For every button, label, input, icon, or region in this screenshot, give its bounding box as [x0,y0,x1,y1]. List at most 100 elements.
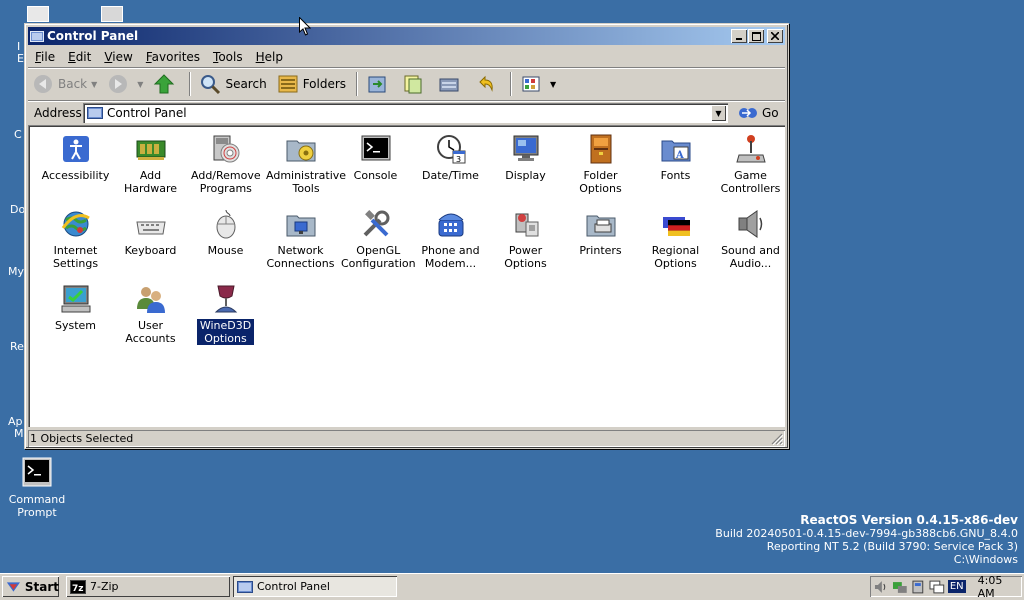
windows-dir-line: C:\Windows [953,553,1018,566]
search-icon [201,75,221,95]
control-panel-item[interactable]: Phone and Modem... [413,208,488,270]
system-tray: EN 4:05 AM [870,574,1022,600]
display-monitors-icon[interactable] [929,579,945,595]
internet-settings-icon [61,211,90,237]
search-label: Search [225,77,267,91]
toolbar-separator [356,72,359,96]
system-icon [61,285,90,313]
views-button[interactable]: ▼ [516,71,560,97]
start-label: Start [24,579,59,594]
folders-button[interactable]: Folders [273,71,350,97]
clock[interactable]: 4:05 AM [978,574,1022,600]
menu-item[interactable]: Edit [61,50,97,64]
control-panel-item[interactable]: Game Controllers [713,133,785,195]
back-button[interactable]: Back ▼ [28,71,101,97]
taskbar: Start 7z 7-Zip Control Panel EN 4:05 AM [0,573,1024,600]
volume-icon[interactable] [873,579,889,595]
control-panel-icon [237,580,253,593]
control-panel-item-label: Regional Options [651,244,700,270]
control-panel-item[interactable]: Display [488,133,563,182]
control-panel-item[interactable]: Console [338,133,413,182]
desktop-label-partial: Re [10,340,24,353]
move-to-button[interactable] [362,71,396,97]
minimize-button[interactable] [731,29,747,43]
taskbar-button-control-panel[interactable]: Control Panel [233,576,397,597]
address-dropdown-button[interactable]: ▼ [711,105,726,121]
folder-options-icon [590,134,611,164]
control-panel-item[interactable]: Internet Settings [38,208,113,270]
minimize-icon [736,38,742,40]
go-button[interactable]: Go [738,104,779,122]
close-icon [771,32,779,40]
control-panel-item[interactable]: Mouse [188,208,263,257]
control-panel-item[interactable]: OpenGL Configuration [338,208,416,270]
back-label: Back [58,77,88,91]
safely-remove-hardware-icon[interactable] [910,579,926,595]
menu-accelerator: H [255,49,265,64]
resize-grip-icon[interactable] [771,433,783,445]
control-panel-item[interactable]: System [38,283,113,332]
desktop-icon-partial[interactable] [101,6,123,22]
control-panel-item[interactable]: Network Connections [263,208,338,270]
control-panel-item[interactable]: Accessibility [38,133,113,182]
control-panel-item-label: Printers [579,244,622,257]
control-panel-item-label: OpenGL Configuration [341,244,416,270]
control-panel-item[interactable]: Power Options [488,208,563,270]
control-panel-item-label: Game Controllers [720,169,781,195]
copy-to-button[interactable] [398,71,432,97]
control-panel-item[interactable]: Sound and Audio... [713,208,785,270]
control-panel-item[interactable]: 3 Date/Time [413,133,488,182]
forward-button[interactable]: ▼ [103,71,147,97]
menu-item[interactable]: File [28,50,61,64]
desktop-label-partial: M [14,427,24,440]
control-panel-item[interactable]: Folder Options [563,133,638,195]
version-line: ReactOS Version 0.4.15-x86-dev [800,513,1018,527]
control-panel-item[interactable]: A Fonts [638,133,713,182]
control-panel-item-label: WineD3D Options [195,318,256,346]
menu-item[interactable]: Tools [206,50,249,64]
control-panel-item[interactable]: WineD3D Options [188,283,263,346]
chevron-down-icon: ▼ [550,79,557,89]
undo-button[interactable] [470,71,504,97]
delete-button[interactable] [434,71,468,97]
search-button[interactable]: Search [195,71,270,97]
control-panel-item[interactable]: Administrative Tools [263,133,346,195]
address-input[interactable]: Control Panel ▼ [83,103,728,123]
title-bar[interactable]: Control Panel [28,27,785,45]
desktop-icon-command-prompt[interactable]: Command Prompt [7,457,67,519]
delete-icon [439,78,459,92]
toolbar-separator [189,72,192,96]
desktop-icon-partial[interactable] [27,6,49,22]
control-panel-item[interactable]: Regional Options [638,208,713,270]
administrative-tools-icon [286,140,315,162]
desktop-label-partial: My [8,265,25,278]
control-panel-item[interactable]: Add Hardware [113,133,188,195]
up-button[interactable] [149,71,183,97]
items-view[interactable]: Accessibility Add Hardware Add/Remove Prog… [28,125,785,427]
close-button[interactable] [767,29,783,43]
maximize-button[interactable] [748,29,764,43]
folders-label: Folders [302,77,347,91]
menu-label: avorites [151,49,201,64]
command-prompt-icon [22,457,52,487]
menu-item[interactable]: Favorites [139,50,206,64]
build-line: Build 20240501-0.4.15-dev-7994-gb388cb6.… [715,527,1018,540]
start-button[interactable]: Start [2,576,59,597]
control-panel-item[interactable]: User Accounts [113,283,188,345]
address-label: Address [34,106,82,120]
control-panel-item[interactable]: Printers [563,208,638,257]
network-connections-icon [286,215,315,237]
control-panel-item[interactable]: Add/Remove Programs [188,133,263,195]
control-panel-item-label: Accessibility [41,169,110,182]
menu-item[interactable]: Help [249,50,289,64]
control-panel-window: Control Panel File Edit View Favorites Tools… [24,23,789,449]
menu-item[interactable]: View [97,50,138,64]
chevron-down-icon: ▼ [91,79,98,89]
chevron-down-icon: ▼ [715,108,722,118]
language-indicator[interactable]: EN [947,580,966,593]
taskbar-button-7zip[interactable]: 7z 7-Zip [66,576,230,597]
network-icon[interactable] [892,579,908,595]
svg-text:A: A [675,150,684,161]
move-to-icon [368,76,386,93]
control-panel-item[interactable]: Keyboard [113,208,188,257]
